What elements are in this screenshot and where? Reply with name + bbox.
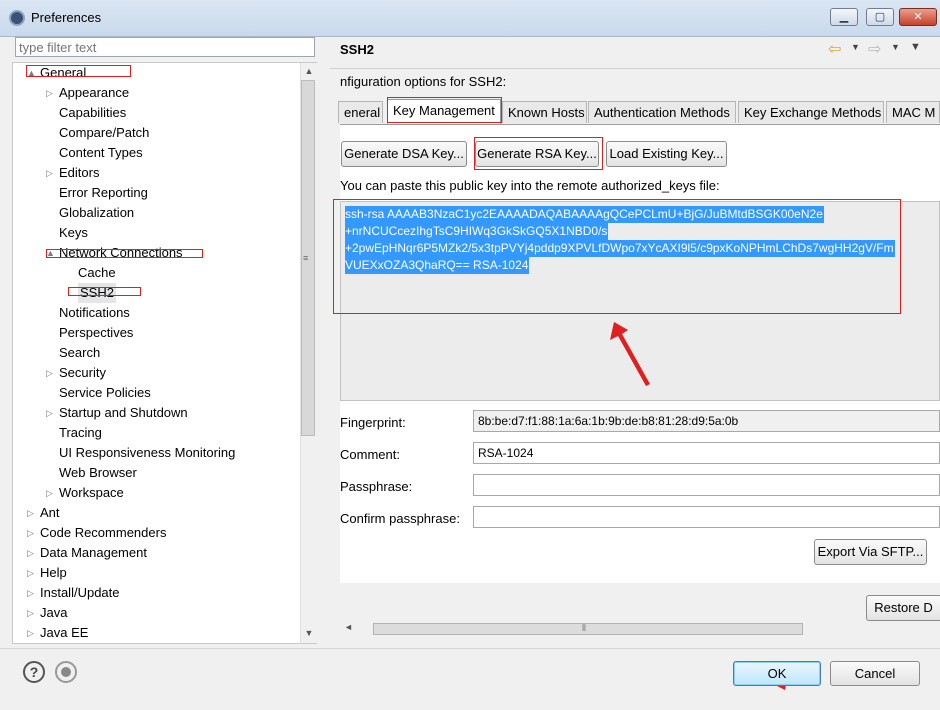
hscroll-thumb[interactable] (373, 623, 803, 635)
tree-item[interactable]: Compare/Patch (59, 123, 149, 143)
generate-dsa-key-button[interactable]: Generate DSA Key... (341, 141, 467, 167)
tree-item[interactable]: Web Browser (59, 463, 137, 483)
preference-tree: ▲ General ▷ Appearance Capabilities Compare/P… (12, 62, 317, 644)
tree-item[interactable]: Content Types (59, 143, 143, 163)
tree-item[interactable]: Appearance (59, 83, 129, 103)
tab-general[interactable]: eneral (338, 101, 383, 123)
tree-expand-icon[interactable]: ▷ (46, 408, 56, 419)
tree-item[interactable]: Java EE (40, 623, 88, 643)
tree-item[interactable]: Capabilities (59, 103, 126, 123)
scroll-down-icon[interactable]: ▼ (301, 628, 317, 638)
paste-instructions: You can paste this public key into the r… (340, 178, 720, 193)
tree-expand-icon[interactable]: ▷ (27, 548, 37, 559)
tab-authentication-methods[interactable]: Authentication Methods (588, 101, 736, 123)
tree-item[interactable]: Error Reporting (59, 183, 148, 203)
tree-item[interactable]: Code Recommenders (40, 523, 166, 543)
tree-expand-icon[interactable]: ▷ (46, 488, 56, 499)
tree-expand-icon[interactable]: ▷ (46, 168, 56, 179)
tab-mac-methods[interactable]: MAC M (886, 101, 940, 123)
ok-button[interactable]: OK (733, 661, 821, 686)
grip-icon: ⦀ (582, 623, 586, 633)
passphrase-field[interactable] (473, 474, 940, 496)
tree-expand-icon[interactable]: ▷ (27, 608, 37, 619)
footer-divider (0, 648, 940, 649)
export-via-sftp-button[interactable]: Export Via SFTP... (814, 539, 927, 565)
tree-expand-icon[interactable]: ▷ (27, 588, 37, 599)
load-existing-key-button[interactable]: Load Existing Key... (606, 141, 727, 167)
preferences-gear-icon (9, 10, 25, 26)
cancel-button[interactable]: Cancel (830, 661, 920, 686)
comment-field[interactable]: RSA-1024 (473, 442, 940, 464)
tree-item[interactable]: Help (40, 563, 67, 583)
tree-item[interactable]: Globalization (59, 203, 134, 223)
tree-item[interactable]: Security (59, 363, 106, 383)
scroll-left-icon[interactable]: ◄ (344, 622, 353, 632)
tab-key-exchange-methods[interactable]: Key Exchange Methods (738, 101, 884, 123)
tree-item[interactable]: Install/Update (40, 583, 120, 603)
annotation-box-ssh2 (68, 287, 141, 296)
maximize-button[interactable]: ▢ (866, 8, 894, 26)
tree-item[interactable]: UI Responsiveness Monitoring (59, 443, 235, 463)
page-title: SSH2 (340, 42, 374, 57)
annotation-box-key-tab (387, 97, 502, 123)
tree-item[interactable]: Workspace (59, 483, 124, 503)
confirm-passphrase-label: Confirm passphrase: (340, 511, 460, 526)
title-bar (0, 0, 940, 37)
forward-dropdown-icon[interactable]: ▼ (891, 42, 900, 52)
tree-expand-icon[interactable]: ▷ (27, 628, 37, 639)
back-arrow-icon[interactable]: ⇦ (828, 39, 841, 59)
tree-expand-icon[interactable]: ▷ (27, 568, 37, 579)
confirm-passphrase-field[interactable] (473, 506, 940, 528)
tree-expand-icon[interactable]: ▷ (46, 88, 56, 99)
minimize-button[interactable]: ▁ (830, 8, 858, 26)
fingerprint-field: 8b:be:d7:f1:88:1a:6a:1b:9b:de:b8:81:28:d… (473, 410, 940, 432)
tree-item[interactable]: Cache (78, 263, 116, 283)
passphrase-label: Passphrase: (340, 479, 413, 494)
tree-item[interactable]: Java (40, 603, 67, 623)
tree-expand-icon[interactable]: ▷ (27, 508, 37, 519)
tree-item[interactable]: Ant (40, 503, 60, 523)
grip-icon: ≡ (303, 253, 309, 263)
tree-expand-icon[interactable]: ▷ (46, 368, 56, 379)
help-icon[interactable]: ? (23, 661, 45, 683)
annotation-box-key (333, 199, 901, 314)
header-divider (330, 68, 940, 69)
tree-item[interactable]: Service Policies (59, 383, 151, 403)
forward-arrow-icon[interactable]: ⇨ (868, 39, 881, 59)
annotation-box-rsa (474, 137, 603, 170)
tree-item[interactable]: Data Management (40, 543, 147, 563)
view-menu-icon[interactable]: ▼ (910, 41, 921, 53)
annotation-arrow-icon (610, 322, 650, 386)
tree-item[interactable]: Tracing (59, 423, 102, 443)
fingerprint-label: Fingerprint: (340, 415, 406, 430)
comment-label: Comment: (340, 447, 400, 462)
tree-item[interactable]: Search (59, 343, 100, 363)
config-label: nfiguration options for SSH2: (340, 74, 507, 89)
annotation-box-general (26, 65, 131, 77)
restore-defaults-button[interactable]: Restore D (866, 595, 940, 621)
tree-item[interactable]: Notifications (59, 303, 130, 323)
tab-known-hosts[interactable]: Known Hosts (502, 101, 587, 123)
tree-expand-icon[interactable]: ▷ (27, 528, 37, 539)
scroll-up-icon[interactable]: ▲ (301, 66, 317, 76)
tree-item[interactable]: Keys (59, 223, 88, 243)
tree-item[interactable]: Perspectives (59, 323, 133, 343)
filter-input[interactable] (15, 37, 315, 57)
window-title: Preferences (31, 10, 102, 25)
record-macro-icon[interactable] (55, 661, 77, 683)
close-button[interactable]: ✕ (899, 8, 937, 26)
annotation-box-network (46, 249, 203, 258)
back-dropdown-icon[interactable]: ▼ (851, 42, 860, 52)
tree-item[interactable]: Editors (59, 163, 99, 183)
tree-item[interactable]: Startup and Shutdown (59, 403, 188, 423)
